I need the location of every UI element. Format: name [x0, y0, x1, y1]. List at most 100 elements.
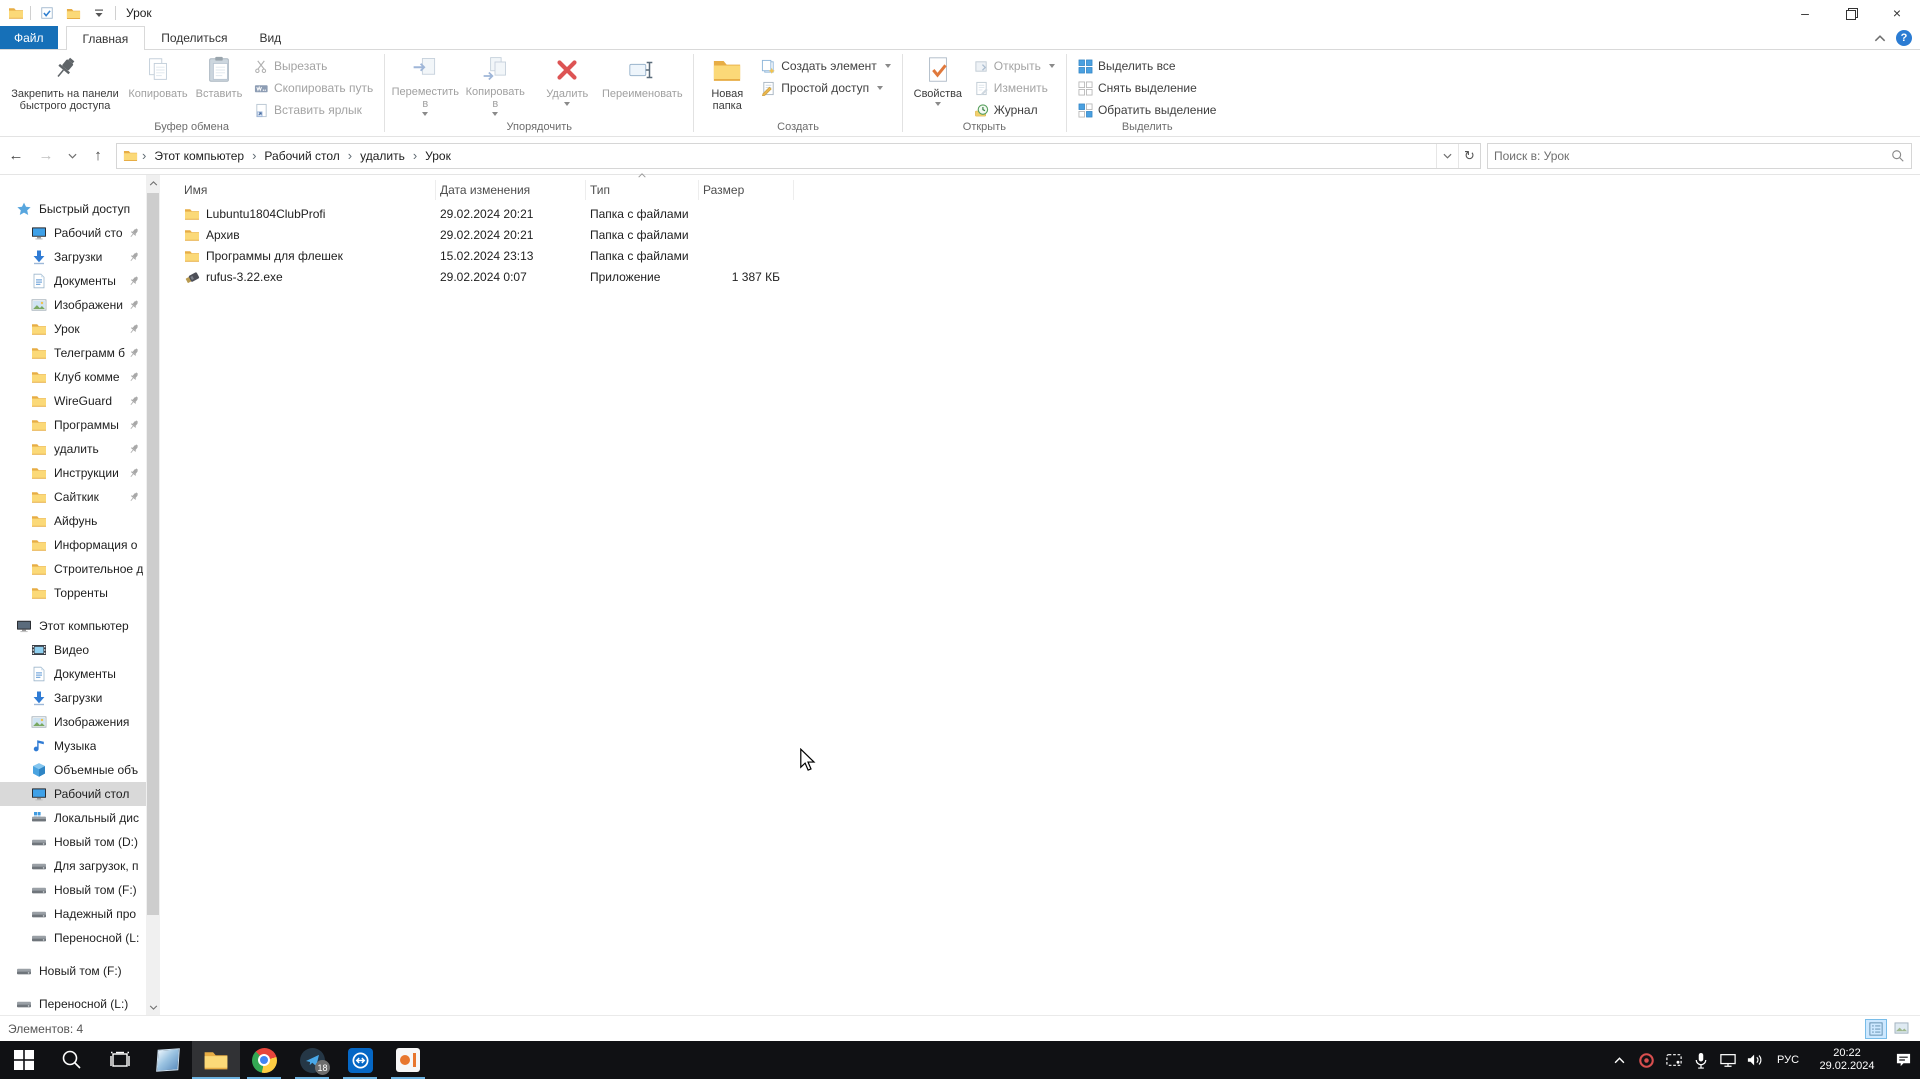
scroll-up-button[interactable]	[146, 175, 160, 191]
qat-new-folder-button[interactable]	[63, 2, 83, 24]
select-all-button[interactable]: Выделить все	[1078, 57, 1217, 75]
column-header-type[interactable]: Тип	[586, 180, 699, 200]
qat-properties-button[interactable]	[37, 2, 57, 24]
history-button[interactable]: Журнал	[974, 101, 1055, 119]
volume-tray-icon[interactable]	[1741, 1041, 1768, 1079]
help-button[interactable]: ?	[1896, 30, 1912, 46]
microphone-tray-icon[interactable]	[1687, 1041, 1714, 1079]
restore-button[interactable]	[1828, 0, 1874, 26]
minimize-button[interactable]: –	[1782, 0, 1828, 26]
paste-shortcut-button[interactable]: Вставить ярлык	[254, 101, 373, 119]
explorer-app-button[interactable]	[192, 1041, 240, 1079]
edit-button[interactable]: Изменить	[974, 79, 1055, 97]
qat-customize-button[interactable]	[89, 2, 109, 24]
back-button[interactable]: ←	[4, 144, 28, 168]
sidebar-item[interactable]: Документы	[0, 269, 146, 293]
teamviewer-app-button[interactable]	[336, 1041, 384, 1079]
sidebar-item[interactable]: Переносной (L:	[0, 926, 146, 950]
pin-to-quick-access-button[interactable]: Закрепить на панели быстрого доступа	[4, 52, 126, 116]
thumbnails-view-button[interactable]	[1890, 1019, 1912, 1039]
sidebar-item[interactable]: Надежный про	[0, 902, 146, 926]
forward-button[interactable]: →	[34, 144, 58, 168]
start-button[interactable]	[0, 1041, 48, 1079]
file-row[interactable]: rufus-3.22.exe 29.02.2024 0:07 Приложени…	[180, 266, 1920, 287]
task-view-button[interactable]	[96, 1041, 144, 1079]
sidebar-item[interactable]: Рабочий сто	[0, 221, 146, 245]
scroll-down-button[interactable]	[146, 999, 160, 1015]
sidebar-item[interactable]: Новый том (F:)	[0, 959, 146, 983]
sidebar-item[interactable]: Урок	[0, 317, 146, 341]
sidebar-item[interactable]: Информация о	[0, 533, 146, 557]
screen-capture-tray-icon[interactable]	[1660, 1041, 1687, 1079]
sidebar-item[interactable]: Новый том (D:)	[0, 830, 146, 854]
sidebar-item[interactable]: Инструкции	[0, 461, 146, 485]
taskbar-search-button[interactable]	[48, 1041, 96, 1079]
sidebar-item[interactable]: Для загрузок, п	[0, 854, 146, 878]
tab-home[interactable]: Главная	[66, 26, 146, 50]
media-app-button[interactable]	[144, 1041, 192, 1079]
rename-button[interactable]: Переименовать	[596, 52, 688, 116]
breadcrumb-urok[interactable]: Урок	[419, 149, 457, 163]
sidebar-item[interactable]: Телеграмм б	[0, 341, 146, 365]
sidebar-item[interactable]: Музыка	[0, 734, 146, 758]
sidebar-item[interactable]: Новый том (F:)	[0, 878, 146, 902]
file-row[interactable]: Lubuntu1804ClubProfi 29.02.2024 20:21 Па…	[180, 203, 1920, 224]
sidebar-item[interactable]: Этот компьютер	[0, 614, 146, 638]
new-item-button[interactable]: Создать элемент	[761, 57, 891, 75]
select-none-button[interactable]: Снять выделение	[1078, 79, 1217, 97]
file-row[interactable]: Программы для флешек 15.02.2024 23:13 Па…	[180, 245, 1920, 266]
refresh-button[interactable]: ↻	[1458, 144, 1480, 168]
sidebar-item[interactable]: Клуб комме	[0, 365, 146, 389]
sidebar-item[interactable]: Айфунь	[0, 509, 146, 533]
column-header-name[interactable]: Имя	[180, 180, 436, 200]
column-header-size[interactable]: Размер	[699, 180, 794, 200]
tab-view[interactable]: Вид	[243, 26, 297, 50]
invert-selection-button[interactable]: Обратить выделение	[1078, 101, 1217, 119]
sidebar-item[interactable]: Объемные объ	[0, 758, 146, 782]
close-button[interactable]: ×	[1874, 0, 1920, 26]
paste-button[interactable]: Вставить	[190, 52, 248, 116]
new-folder-button[interactable]: Новая папка	[699, 52, 755, 116]
address-dropdown-button[interactable]	[1436, 144, 1458, 168]
open-button[interactable]: Открыть	[974, 57, 1055, 75]
sidebar-item[interactable]: Быстрый доступ	[0, 197, 146, 221]
sidebar-scrollbar[interactable]	[146, 175, 160, 1015]
breadcrumb-this-pc[interactable]: Этот компьютер	[148, 149, 250, 163]
sidebar-item[interactable]: Рабочий стол	[0, 782, 146, 806]
language-indicator[interactable]: РУС	[1768, 1054, 1808, 1066]
clock[interactable]: 20:22 29.02.2024	[1808, 1047, 1886, 1073]
copy-to-button[interactable]: Копировать в	[460, 52, 530, 116]
messenger-app-button[interactable]: 18	[288, 1041, 336, 1079]
copy-button[interactable]: Копировать	[126, 52, 190, 116]
breadcrumb-udalit[interactable]: удалить	[354, 149, 411, 163]
file-row[interactable]: Архив 29.02.2024 20:21 Папка с файлами	[180, 224, 1920, 245]
sidebar-item[interactable]: Сайткик	[0, 485, 146, 509]
column-header-date[interactable]: Дата изменения	[436, 180, 586, 200]
sidebar-item[interactable]: Программы	[0, 413, 146, 437]
sidebar-item[interactable]: удалить	[0, 437, 146, 461]
recent-locations-button[interactable]	[64, 144, 80, 168]
tab-share[interactable]: Поделиться	[145, 26, 243, 50]
action-center-button[interactable]	[1886, 1041, 1920, 1079]
recording-tray-icon[interactable]	[1633, 1041, 1660, 1079]
delete-button[interactable]: Удалить	[538, 52, 596, 116]
media-editor-app-button[interactable]	[384, 1041, 432, 1079]
sidebar-item[interactable]: Переносной (L:)	[0, 992, 146, 1015]
breadcrumb-desktop[interactable]: Рабочий стол	[258, 149, 345, 163]
sidebar-item[interactable]: Изображени	[0, 293, 146, 317]
scrollbar-thumb[interactable]	[147, 193, 159, 915]
sidebar-item[interactable]: Видео	[0, 638, 146, 662]
hidden-icons-button[interactable]	[1606, 1041, 1633, 1079]
search-box[interactable]	[1487, 143, 1912, 169]
sidebar-item[interactable]: Загрузки	[0, 245, 146, 269]
sidebar-item[interactable]: Локальный дис	[0, 806, 146, 830]
up-button[interactable]: ↑	[86, 144, 110, 168]
details-view-button[interactable]	[1865, 1019, 1887, 1039]
network-tray-icon[interactable]	[1714, 1041, 1741, 1079]
properties-button[interactable]: Свойства	[908, 52, 968, 116]
address-box[interactable]: › Этот компьютер › Рабочий стол › удалит…	[116, 143, 1481, 169]
tab-file[interactable]: Файл	[0, 26, 58, 50]
move-to-button[interactable]: Переместить в	[390, 52, 460, 116]
chrome-app-button[interactable]	[240, 1041, 288, 1079]
easy-access-button[interactable]: Простой доступ	[761, 79, 891, 97]
